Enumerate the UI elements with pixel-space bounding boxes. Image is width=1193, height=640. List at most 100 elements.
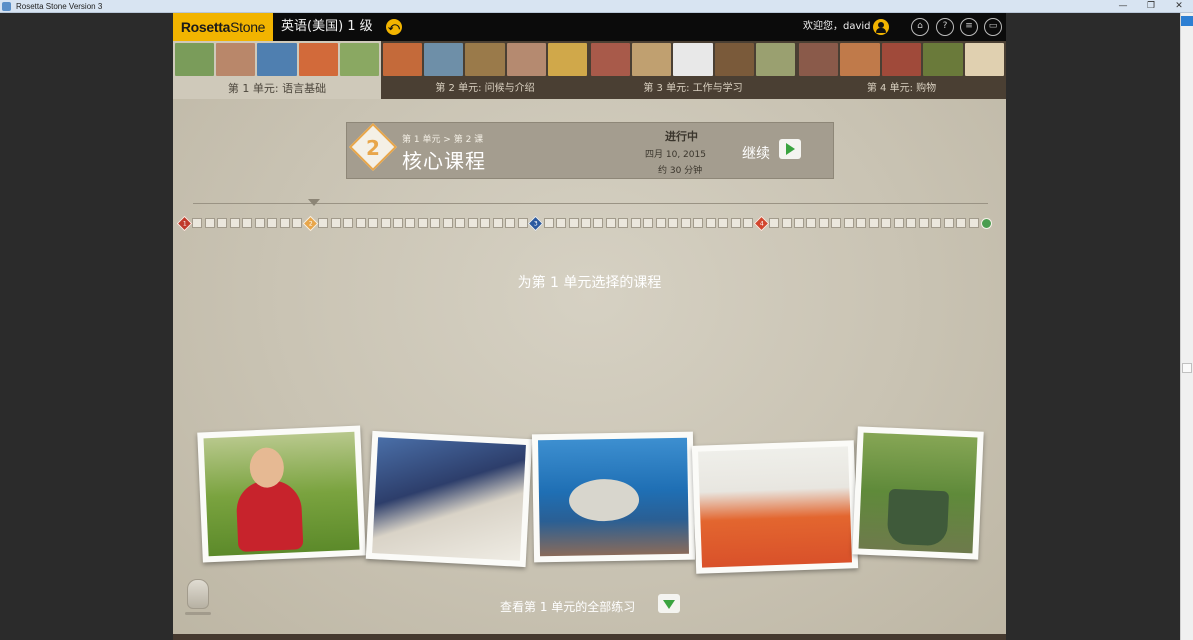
track-end-icon[interactable] [981, 217, 992, 229]
activity-cell[interactable] [843, 218, 854, 228]
unit-tab-4[interactable]: 第 4 单元: 购物 [797, 41, 1006, 99]
lesson-status: 进行中 [665, 130, 698, 143]
unit-tab-2[interactable]: 第 2 单元: 问候与介绍 [381, 41, 589, 99]
lesson-panel[interactable]: 2 第 1 单元 > 第 2 课 核心课程 进行中 四月 10, 2015 约 … [346, 122, 834, 179]
activity-cell[interactable] [556, 218, 567, 228]
activity-cell[interactable] [292, 218, 303, 228]
activity-cell[interactable] [605, 218, 616, 228]
photo-card-3[interactable] [531, 431, 696, 563]
activity-cell[interactable] [442, 218, 453, 228]
activity-cell[interactable] [831, 218, 842, 228]
activity-cell[interactable] [192, 218, 203, 228]
home-icon[interactable]: ⌂ [911, 18, 929, 36]
unit-thumbnail [424, 43, 464, 76]
activity-cell[interactable] [618, 218, 629, 228]
activity-cell[interactable] [643, 218, 654, 228]
microphone-icon[interactable] [185, 579, 211, 615]
activity-cell[interactable] [668, 218, 679, 228]
unit-thumbnail [881, 43, 922, 76]
activity-cell[interactable] [956, 218, 967, 228]
activity-cell[interactable] [705, 218, 716, 228]
activity-cell[interactable] [793, 218, 804, 228]
activity-cell[interactable] [968, 218, 979, 228]
activity-cell[interactable] [568, 218, 579, 228]
activity-cell[interactable] [480, 218, 491, 228]
unit-thumbnail [257, 43, 297, 76]
activity-cell[interactable] [380, 218, 391, 228]
activity-cell[interactable] [769, 218, 780, 228]
activity-cell[interactable] [781, 218, 792, 228]
activity-cell[interactable] [517, 218, 528, 228]
lesson-marker-2[interactable]: 2 [302, 215, 318, 231]
photo-card-2[interactable] [365, 430, 533, 568]
activity-cell[interactable] [730, 218, 741, 228]
activity-cell[interactable] [217, 218, 228, 228]
expand-down-icon[interactable] [658, 594, 680, 613]
activity-cell[interactable] [818, 218, 829, 228]
activity-cell[interactable] [868, 218, 879, 228]
activity-cell[interactable] [392, 218, 403, 228]
minimize-button[interactable]: — [1109, 0, 1137, 13]
activity-cell[interactable] [318, 218, 329, 228]
activity-cell[interactable] [417, 218, 428, 228]
activity-cell[interactable] [455, 218, 466, 228]
photo-diver-with-fish [537, 437, 690, 557]
photo-card-5[interactable] [852, 426, 984, 560]
activity-cell[interactable] [943, 218, 954, 228]
unit-tab-1[interactable]: 第 1 单元: 语言基础 [173, 41, 381, 99]
unit-3-thumbnails [591, 43, 796, 76]
back-icon[interactable]: ⤺ [386, 19, 402, 35]
activity-cell[interactable] [430, 218, 441, 228]
photo-card-4[interactable] [691, 440, 859, 574]
user-icon[interactable] [873, 19, 889, 35]
activity-cell[interactable] [267, 218, 278, 228]
activity-cell[interactable] [492, 218, 503, 228]
activity-cell[interactable] [918, 218, 929, 228]
activity-cell[interactable] [505, 218, 516, 228]
photo-card-1[interactable] [197, 425, 366, 563]
activity-cell[interactable] [343, 218, 354, 228]
activity-cell[interactable] [355, 218, 366, 228]
activity-cell[interactable] [856, 218, 867, 228]
activity-cell[interactable] [242, 218, 253, 228]
activity-cell[interactable] [743, 218, 754, 228]
activity-cell[interactable] [368, 218, 379, 228]
activity-cell[interactable] [204, 218, 215, 228]
continue-label[interactable]: 继续 [742, 143, 770, 163]
activity-cell[interactable] [254, 218, 265, 228]
activity-cell[interactable] [330, 218, 341, 228]
help-icon[interactable]: ? [936, 18, 954, 36]
menu-icon[interactable]: ≡ [960, 18, 978, 36]
activity-cell[interactable] [229, 218, 240, 228]
lesson-marker-4[interactable]: 4 [753, 215, 769, 231]
activity-cell[interactable] [806, 218, 817, 228]
activity-cell[interactable] [680, 218, 691, 228]
activity-cell[interactable] [543, 218, 554, 228]
window-mode-icon[interactable]: ▭ [984, 18, 1002, 36]
activity-cell[interactable] [931, 218, 942, 228]
activity-cell[interactable] [693, 218, 704, 228]
logo-stone-text: Stone [230, 19, 266, 35]
activity-cell[interactable] [655, 218, 666, 228]
restore-button[interactable]: ❐ [1137, 0, 1165, 13]
activity-cell[interactable] [881, 218, 892, 228]
activity-cell[interactable] [405, 218, 416, 228]
unit-tab-3[interactable]: 第 3 单元: 工作与学习 [589, 41, 797, 99]
activity-cell[interactable] [893, 218, 904, 228]
activity-cell[interactable] [593, 218, 604, 228]
window-controls: — ❐ ✕ [1109, 0, 1193, 13]
activity-cell[interactable] [718, 218, 729, 228]
lesson-marker-3[interactable]: 3 [527, 215, 544, 231]
activity-cell[interactable] [581, 218, 591, 228]
scroll-marker[interactable] [1182, 363, 1192, 373]
close-button[interactable]: ✕ [1165, 0, 1193, 13]
lesson-marker-label: 3 [533, 219, 538, 227]
lesson-marker-1[interactable]: 1 [176, 215, 193, 231]
activity-cell[interactable] [906, 218, 917, 228]
activity-cell[interactable] [279, 218, 290, 228]
view-all-exercises-link[interactable]: 查看第 1 单元的全部练习 [500, 598, 635, 615]
activity-cell[interactable] [630, 218, 641, 228]
course-title: 英语(美国) 1 级 [281, 19, 373, 34]
continue-play-icon[interactable] [779, 139, 801, 159]
activity-cell[interactable] [467, 218, 478, 228]
